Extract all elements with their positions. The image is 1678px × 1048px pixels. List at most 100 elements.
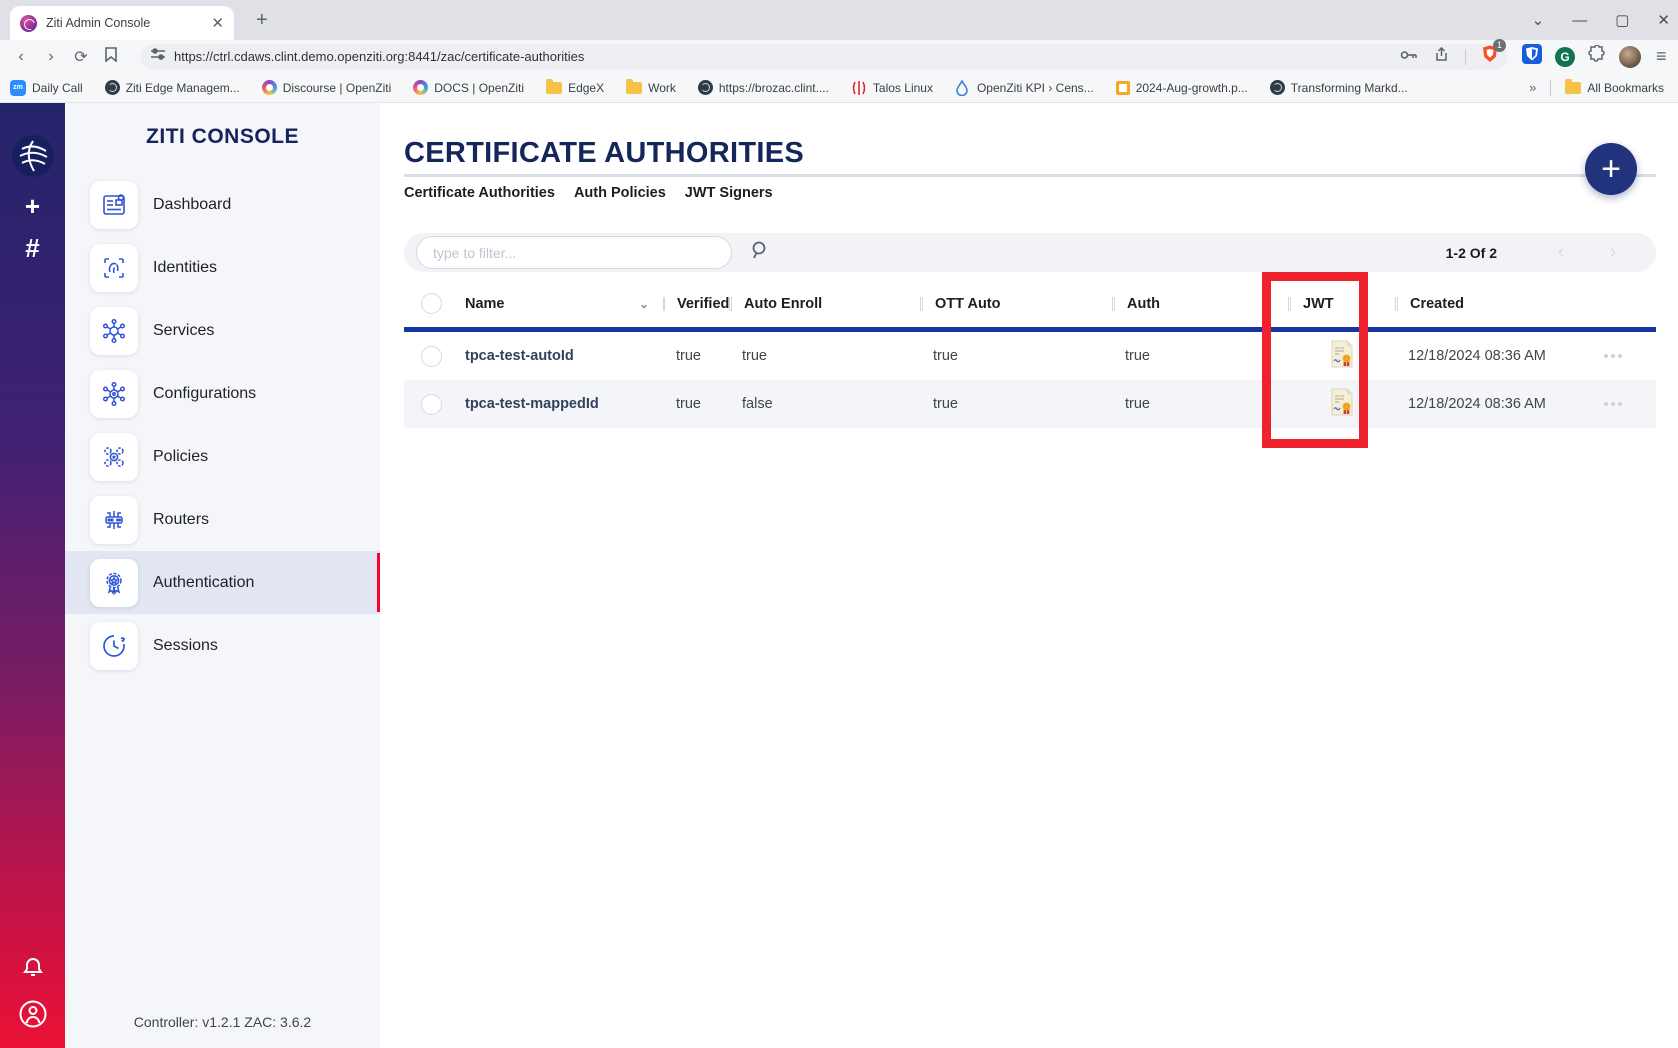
sidebar-item-services[interactable]: Services bbox=[65, 299, 380, 362]
section-tabs: Certificate Authorities Auth Policies JW… bbox=[404, 185, 773, 201]
row-checkbox[interactable] bbox=[421, 394, 442, 415]
tab-title: Ziti Admin Console bbox=[46, 16, 202, 30]
title-divider bbox=[404, 174, 1656, 177]
notifications-bell-icon[interactable] bbox=[21, 956, 45, 985]
bitwarden-extension-icon[interactable] bbox=[1522, 44, 1542, 69]
bookmark-talos-linux[interactable]: Talos Linux bbox=[851, 80, 933, 96]
table-row[interactable]: tpca-test-mappedId true false true true … bbox=[404, 380, 1656, 428]
column-verified[interactable]: Verified bbox=[677, 296, 729, 312]
window-close-button[interactable]: ✕ bbox=[1657, 11, 1670, 29]
pagination-prev-icon[interactable]: ‹ bbox=[1535, 241, 1587, 264]
window-minimize-button[interactable]: — bbox=[1572, 12, 1587, 29]
ziti-logo-icon[interactable] bbox=[12, 135, 54, 177]
network-services-icon bbox=[90, 307, 138, 355]
verified-value: true bbox=[663, 348, 729, 364]
routers-icon bbox=[90, 496, 138, 544]
account-profile-icon[interactable] bbox=[18, 999, 48, 1034]
sidebar-item-routers[interactable]: Routers bbox=[65, 488, 380, 551]
sidebar-item-authentication[interactable]: Authentication bbox=[65, 551, 380, 614]
tab-jwt-signers[interactable]: JWT Signers bbox=[685, 185, 773, 201]
sidebar-item-policies[interactable]: Policies bbox=[65, 425, 380, 488]
browser-menu-icon[interactable]: ≡ bbox=[1656, 46, 1667, 67]
bookmark-docs-openziti[interactable]: DOCS | OpenZiti bbox=[413, 80, 524, 95]
bookmark-brozac[interactable]: https://brozac.clint.... bbox=[698, 80, 829, 95]
bookmark-ziti-edge[interactable]: Ziti Edge Managem... bbox=[105, 80, 240, 95]
column-name[interactable]: Name bbox=[465, 296, 505, 312]
shield-badge: 1 bbox=[1493, 39, 1506, 52]
share-icon[interactable] bbox=[1434, 47, 1449, 67]
ca-name[interactable]: tpca-test-mappedId bbox=[465, 396, 599, 412]
bookmarks-overflow-chevron[interactable]: » bbox=[1529, 80, 1536, 95]
sidebar-item-identities[interactable]: Identities bbox=[65, 236, 380, 299]
sort-chevron-icon[interactable]: ⌄ bbox=[639, 297, 649, 311]
certificate-jwt-icon[interactable] bbox=[1330, 340, 1354, 372]
row-actions-menu-icon[interactable] bbox=[1570, 354, 1656, 358]
column-auth[interactable]: Auth bbox=[1127, 296, 1160, 312]
authentication-badge-icon bbox=[90, 559, 138, 607]
bookmark-discourse[interactable]: Discourse | OpenZiti bbox=[262, 80, 392, 95]
add-icon[interactable]: + bbox=[25, 193, 40, 219]
browser-tab[interactable]: Ziti Admin Console ✕ bbox=[10, 6, 234, 40]
column-created[interactable]: Created bbox=[1410, 296, 1464, 312]
ziti-favicon-icon bbox=[20, 15, 37, 32]
folder-icon bbox=[626, 82, 642, 94]
new-tab-button[interactable]: + bbox=[256, 10, 268, 30]
slides-doc-icon bbox=[1116, 81, 1130, 95]
extensions-puzzle-icon[interactable] bbox=[1588, 45, 1606, 68]
table-row[interactable]: tpca-test-autoId true true true true 12/… bbox=[404, 332, 1656, 380]
left-rail: + # bbox=[0, 103, 65, 1048]
forward-button[interactable]: › bbox=[36, 48, 66, 66]
profile-avatar[interactable] bbox=[1619, 46, 1641, 68]
add-certificate-authority-button[interactable]: + bbox=[1585, 143, 1637, 195]
certificate-jwt-icon[interactable] bbox=[1330, 388, 1354, 420]
sidebar-item-dashboard[interactable]: Dashboard bbox=[65, 173, 380, 236]
browser-window: Ziti Admin Console ✕ + ⌄ — ▢ ✕ ‹ › ⟳ htt… bbox=[0, 0, 1678, 1048]
window-maximize-button[interactable]: ▢ bbox=[1615, 11, 1629, 29]
column-jwt[interactable]: JWT bbox=[1303, 296, 1334, 312]
reload-button[interactable]: ⟳ bbox=[66, 47, 96, 67]
bookmark-daily-call[interactable]: zm Daily Call bbox=[10, 80, 83, 96]
sessions-clock-icon bbox=[90, 622, 138, 670]
bookmarks-bar: zm Daily Call Ziti Edge Managem... Disco… bbox=[0, 73, 1678, 103]
tab-auth-policies[interactable]: Auth Policies bbox=[574, 185, 666, 201]
select-all-checkbox[interactable] bbox=[421, 293, 442, 314]
pagination-next-icon[interactable]: › bbox=[1587, 241, 1639, 264]
bookmark-2024-aug-growth[interactable]: 2024-Aug-growth.p... bbox=[1116, 81, 1248, 95]
tab-search-chevron-icon[interactable]: ⌄ bbox=[1532, 11, 1545, 29]
row-actions-menu-icon[interactable] bbox=[1570, 402, 1656, 406]
verified-value: true bbox=[663, 396, 729, 412]
all-bookmarks-button[interactable]: All Bookmarks bbox=[1565, 81, 1664, 95]
sidebar-item-sessions[interactable]: Sessions bbox=[65, 614, 380, 677]
console-title: ZITI CONSOLE bbox=[65, 125, 380, 149]
address-bar[interactable]: https://ctrl.cdaws.clint.demo.openziti.o… bbox=[140, 44, 1508, 70]
grammarly-extension-icon[interactable]: G bbox=[1555, 47, 1575, 67]
column-ott-auto[interactable]: OTT Auto bbox=[935, 296, 1001, 312]
sidebar-item-configurations[interactable]: Configurations bbox=[65, 362, 380, 425]
fingerprint-icon bbox=[90, 244, 138, 292]
tab-certificate-authorities[interactable]: Certificate Authorities bbox=[404, 185, 555, 201]
hash-icon[interactable]: # bbox=[25, 235, 39, 261]
sidebar: ZITI CONSOLE Dashboard Identities bbox=[65, 103, 380, 1048]
column-auto-enroll[interactable]: Auto Enroll bbox=[744, 296, 822, 312]
table-header: Name ⌄ Verified Auto Enroll OTT Auto Aut… bbox=[404, 280, 1656, 327]
bookmark-folder-edgex[interactable]: EdgeX bbox=[546, 81, 604, 95]
droplet-icon bbox=[955, 80, 971, 96]
bookmark-icon[interactable] bbox=[96, 47, 126, 67]
back-button[interactable]: ‹ bbox=[6, 48, 36, 66]
filter-input[interactable] bbox=[416, 236, 732, 269]
password-key-icon[interactable] bbox=[1400, 48, 1418, 66]
search-icon[interactable] bbox=[750, 240, 770, 265]
bookmark-folder-work[interactable]: Work bbox=[626, 81, 676, 95]
tab-close-icon[interactable]: ✕ bbox=[211, 16, 224, 31]
ca-name[interactable]: tpca-test-autoId bbox=[465, 348, 574, 364]
dashboard-icon bbox=[90, 181, 138, 229]
brave-shield-icon[interactable]: 1 bbox=[1482, 45, 1498, 68]
auth-value: true bbox=[1112, 348, 1288, 364]
site-settings-icon[interactable] bbox=[150, 47, 166, 66]
bookmark-transforming-markd[interactable]: Transforming Markd... bbox=[1270, 80, 1408, 95]
row-checkbox[interactable] bbox=[421, 346, 442, 367]
folder-icon bbox=[546, 82, 562, 94]
bookmark-openziti-kpi[interactable]: OpenZiti KPI › Cens... bbox=[955, 80, 1094, 96]
ott-auto-value: true bbox=[920, 396, 1112, 412]
ziti-console-app: + # ZITI CONSOLE Dashboard bbox=[0, 103, 1678, 1048]
